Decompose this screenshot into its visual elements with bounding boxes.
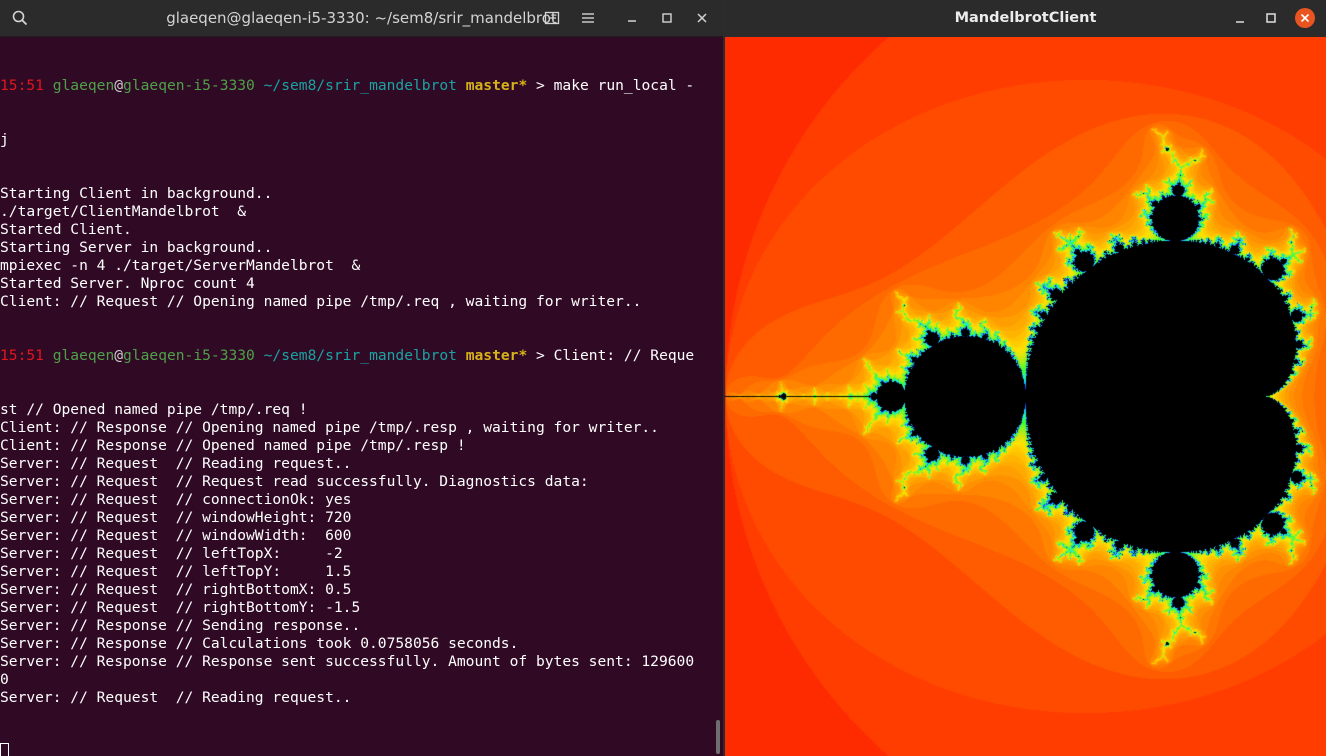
close-icon[interactable] (690, 6, 714, 30)
menu-icon[interactable] (576, 6, 600, 30)
output-line: j (0, 131, 9, 148)
mandelbrot-titlebar[interactable]: MandelbrotClient (725, 0, 1326, 37)
minimize-icon[interactable] (1228, 6, 1252, 30)
prompt-time: 15:51 (0, 77, 44, 94)
minimize-icon[interactable] (620, 6, 644, 30)
terminal-cursor (0, 743, 9, 756)
output-line: Server: // Response // Response sent suc… (0, 653, 695, 670)
output-line: Client: // Response // Opened named pipe… (0, 437, 466, 454)
prompt-at: @ (114, 347, 124, 364)
mandelbrot-window: MandelbrotClient (725, 0, 1326, 756)
output-line: 0 (0, 671, 9, 688)
prompt-host: glaeqen-i5-3330 (123, 77, 255, 94)
prompt-host: glaeqen-i5-3330 (123, 347, 255, 364)
terminal-titlebar[interactable]: glaeqen@glaeqen-i5-3330: ~/sem8/srir_man… (0, 0, 723, 37)
prompt-symbol: > (536, 347, 545, 364)
output-line: Server: // Request // rightBottomX: 0.5 (0, 581, 352, 598)
output-line: Started Server. Nproc count 4 (0, 275, 255, 292)
new-tab-icon[interactable] (540, 6, 564, 30)
output-line: Server: // Request // Reading request.. (0, 455, 352, 472)
mandelbrot-render[interactable] (725, 37, 1326, 756)
prompt-path: ~/sem8/srir_mandelbrot (263, 347, 457, 364)
maximize-icon[interactable] (1259, 6, 1283, 30)
output-line: Client: // Response // Opening named pip… (0, 419, 659, 436)
cursor-line (0, 743, 716, 756)
output-line: Client: // Request // Opening named pipe… (0, 293, 642, 310)
output-line: ./target/ClientMandelbrot & (0, 203, 247, 220)
output-line: Server: // Request // connectionOk: yes (0, 491, 352, 508)
prompt-line: 15:51 glaeqen @ glaeqen-i5-3330 ~/sem8/sri… (0, 347, 716, 365)
output-line: Starting Client in background.. (0, 185, 273, 202)
output-line: Server: // Request // leftTopY: 1.5 (0, 563, 352, 580)
terminal-output[interactable]: 15:51 glaeqen @ glaeqen-i5-3330 ~/sem8/sri… (0, 41, 716, 756)
output-text: Client: // Reque (553, 347, 695, 364)
output-line: Starting Server in background.. (0, 239, 273, 256)
search-icon[interactable] (8, 6, 32, 30)
output-line: Server: // Request // Request read succe… (0, 473, 589, 490)
output-line: Server: // Request // leftTopX: -2 (0, 545, 343, 562)
prompt-user: glaeqen (52, 347, 115, 364)
terminal-scrollbar[interactable] (716, 720, 720, 754)
prompt-branch: master* (465, 347, 528, 364)
command-text: make run_local - (553, 77, 695, 94)
output-line: Server: // Response // Calculations took… (0, 635, 519, 652)
prompt-line: 15:51 glaeqen @ glaeqen-i5-3330 ~/sem8/sri… (0, 77, 716, 95)
output-line: Server: // Request // rightBottomY: -1.5 (0, 599, 361, 616)
output-line: Server: // Request // windowHeight: 720 (0, 509, 352, 526)
prompt-user: glaeqen (52, 77, 115, 94)
output-line: Server: // Request // Reading request.. (0, 689, 352, 706)
close-icon[interactable] (1293, 6, 1317, 30)
output-line: mpiexec -n 4 ./target/ServerMandelbrot & (0, 257, 361, 274)
output-line: st // Opened named pipe /tmp/.req ! (0, 401, 308, 418)
prompt-path: ~/sem8/srir_mandelbrot (263, 77, 457, 94)
prompt-symbol: > (536, 77, 545, 94)
maximize-icon[interactable] (655, 6, 679, 30)
terminal-title: glaeqen@glaeqen-i5-3330: ~/sem8/srir_man… (166, 9, 557, 27)
output-line: Started Client. (0, 221, 132, 238)
output-line: Server: // Response // Sending response.… (0, 617, 361, 634)
output-line: Server: // Request // windowWidth: 600 (0, 527, 352, 544)
terminal-window: glaeqen@glaeqen-i5-3330: ~/sem8/srir_man… (0, 0, 723, 756)
prompt-branch: master* (465, 77, 528, 94)
prompt-time: 15:51 (0, 347, 44, 364)
prompt-at: @ (114, 77, 124, 94)
